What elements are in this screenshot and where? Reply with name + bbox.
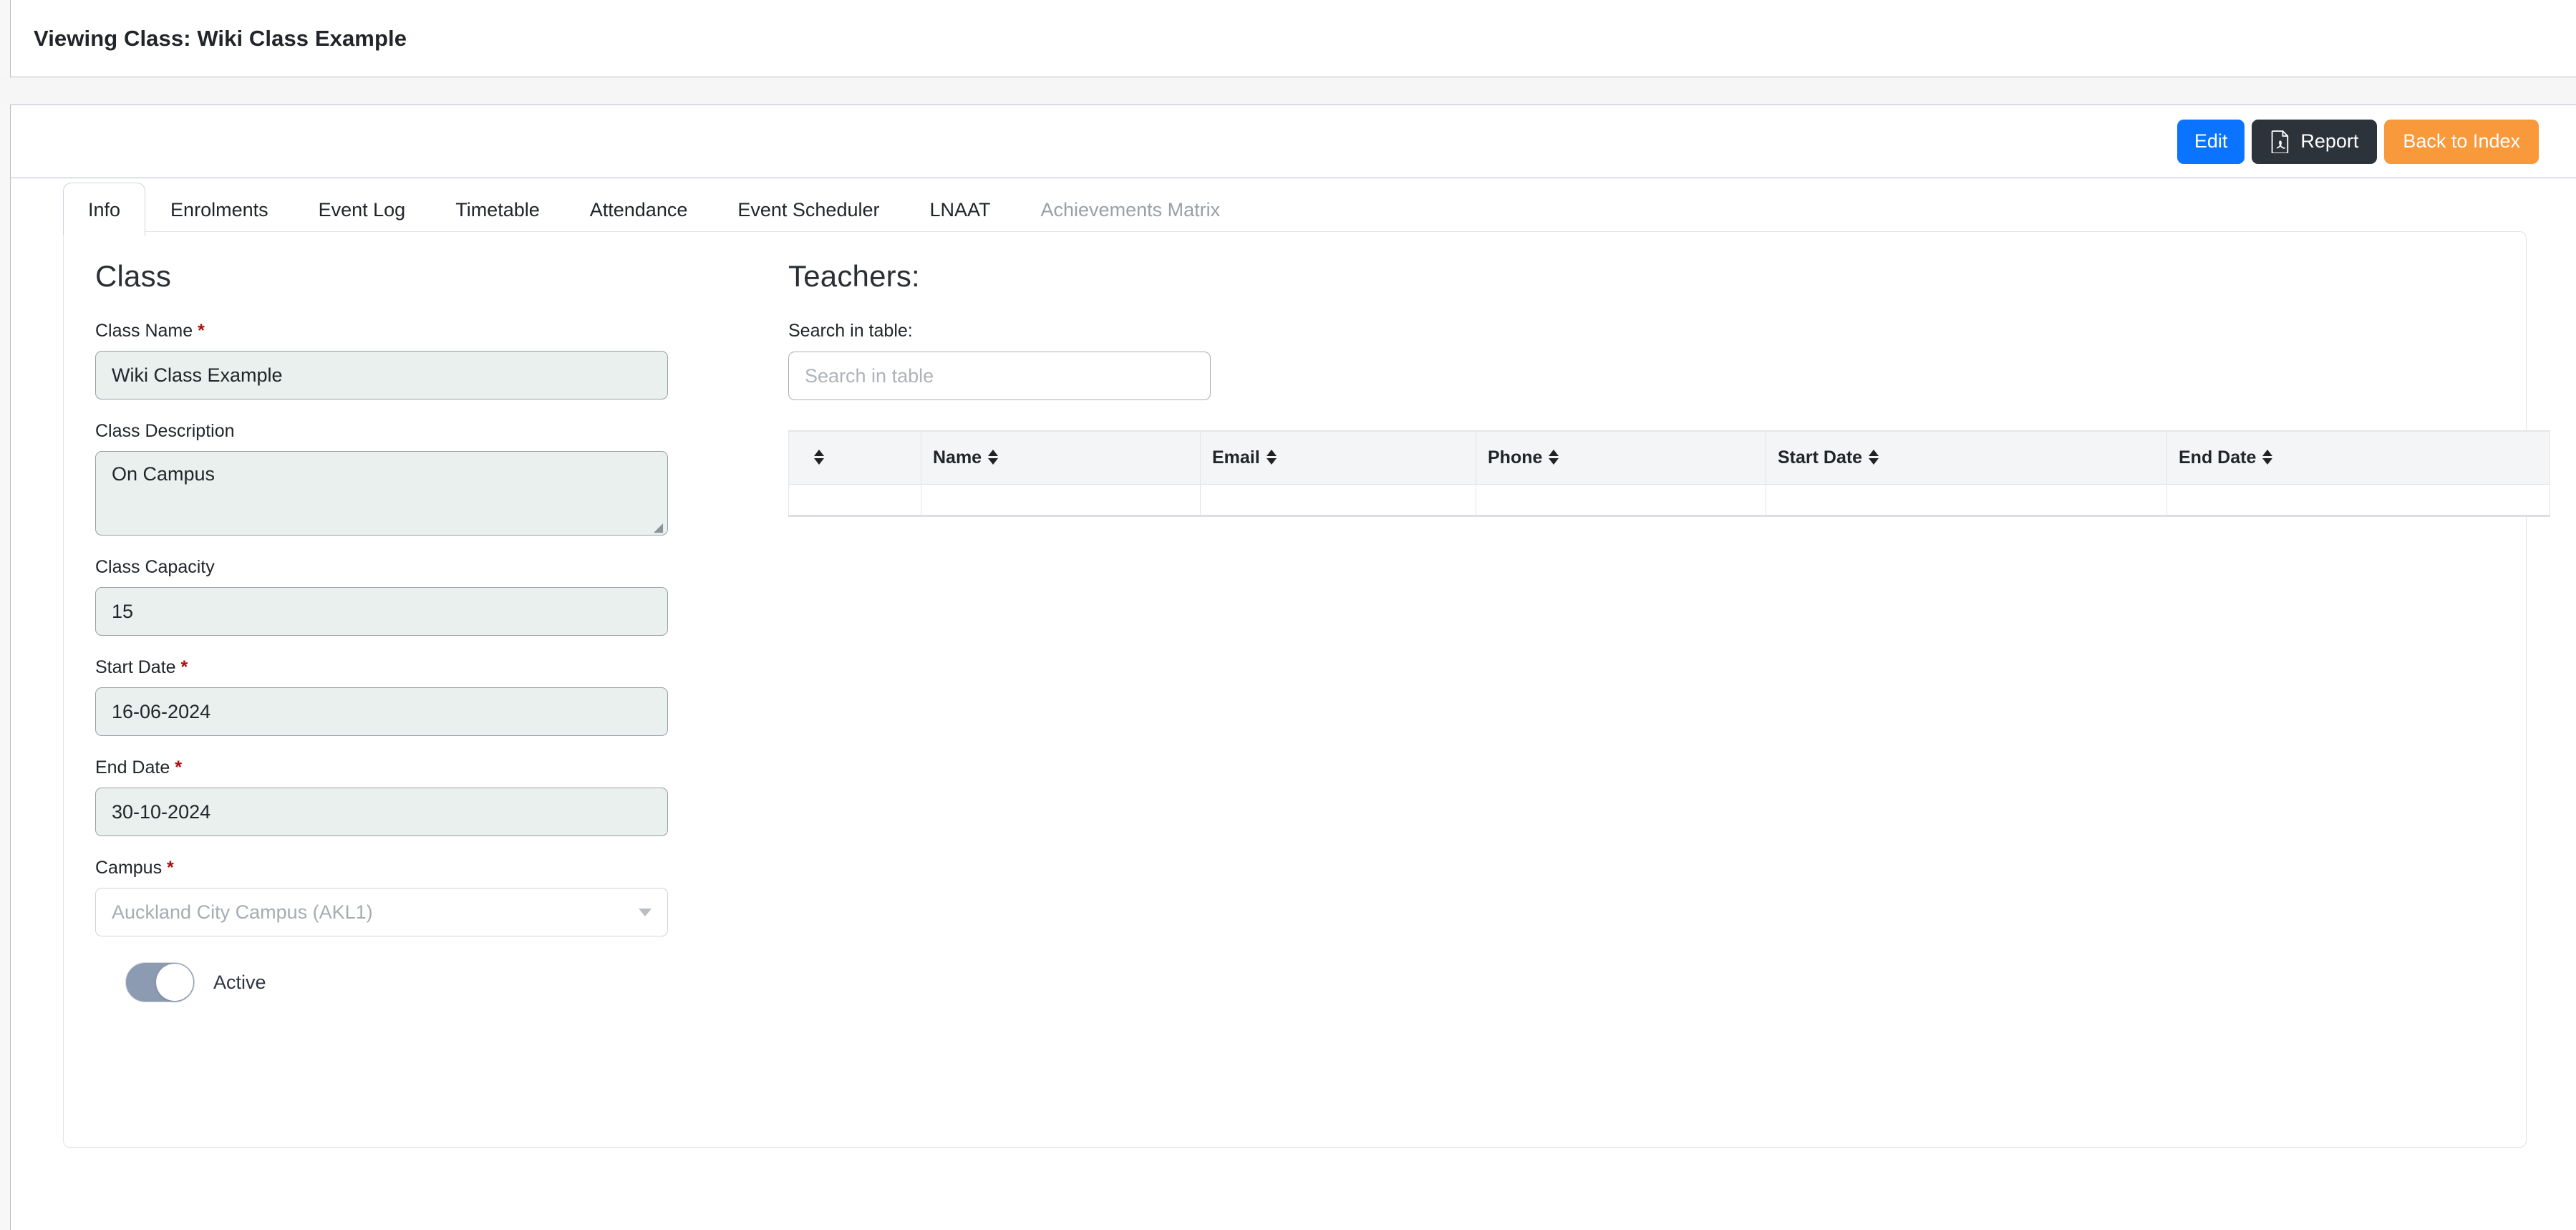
sort-icon[interactable] [1548,449,1559,465]
teachers-table: Name Email Phone Start Date End Date [788,430,2550,517]
campus-label: Campus * [95,858,174,878]
class-capacity-label: Class Capacity [95,557,215,577]
table-cell [788,484,921,517]
class-description-textarea[interactable]: On Campus ◢ [95,451,668,536]
class-name-label: Class Name * [95,321,205,341]
teachers-column: Teachers: Search in table: Search in tab… [754,259,2550,1002]
file-pdf-icon [2270,130,2290,154]
campus-select-value: Auckland City Campus (AKL1) [112,901,373,923]
field-start-date: Start Date * 16-06-2024 [95,657,754,736]
column-header-end-date[interactable]: End Date [2166,430,2550,485]
table-cell [1766,484,2167,517]
sort-icon[interactable] [987,449,999,465]
active-toggle-label: Active [213,971,266,993]
sort-icon[interactable] [1266,449,1277,465]
column-header-email[interactable]: Email [1200,430,1476,485]
report-button[interactable]: Report [2252,119,2378,164]
sort-icon[interactable] [1868,449,1879,465]
field-class-description: Class Description On Campus ◢ [95,421,754,536]
tab-attendance[interactable]: Attendance [565,183,713,236]
tab-timetable[interactable]: Timetable [430,183,565,236]
info-tab-panel: Class Class Name * Wiki Class Example Cl… [63,231,2550,1148]
toggle-knob [156,964,193,1001]
search-in-table-input[interactable]: Search in table [788,352,1211,400]
start-date-input[interactable]: 16-06-2024 [95,687,668,736]
teachers-table-header-row: Name Email Phone Start Date End Date [788,430,2550,485]
resize-handle-icon[interactable]: ◢ [654,521,665,533]
sort-icon[interactable] [813,449,825,465]
field-class-capacity: Class Capacity 15 [95,557,754,636]
start-date-label: Start Date * [95,657,188,677]
back-to-index-button[interactable]: Back to Index [2384,119,2539,164]
table-cell [2166,484,2550,517]
action-toolbar: Edit Report Back to Index [11,105,2576,178]
tab-bar: Info Enrolments Event Log Timetable Atte… [11,178,2576,236]
field-campus: Campus * Auckland City Campus (AKL1) [95,858,754,936]
tab-enrolments[interactable]: Enrolments [145,183,294,236]
sort-icon[interactable] [2262,449,2273,465]
tab-event-scheduler[interactable]: Event Scheduler [712,183,904,236]
end-date-label: End Date * [95,757,182,778]
chevron-down-icon [639,908,652,916]
end-date-input[interactable]: 30-10-2024 [95,788,668,836]
page-title: Viewing Class: Wiki Class Example [34,25,407,51]
column-header-name[interactable]: Name [921,430,1201,485]
table-cell [1200,484,1476,517]
teachers-section-heading: Teachers: [788,259,920,293]
class-description-label: Class Description [95,421,235,441]
tab-info[interactable]: Info [63,183,146,236]
tab-achievements-matrix: Achievements Matrix [1040,199,1221,221]
column-header-select[interactable] [788,430,921,485]
column-header-phone[interactable]: Phone [1476,430,1766,485]
main-content-card: Edit Report Back to Index Info Enrolment… [10,105,2576,1230]
column-header-start-date[interactable]: Start Date [1766,430,2167,485]
active-toggle[interactable] [125,962,195,1002]
teachers-table-body [788,484,2550,517]
required-marker: * [167,858,174,878]
header-divider-strip [0,77,2576,105]
report-button-label: Report [2300,130,2359,152]
class-name-input[interactable]: Wiki Class Example [95,351,668,399]
required-marker: * [180,657,188,677]
class-capacity-input[interactable]: 15 [95,587,668,636]
tab-lnaat[interactable]: LNAAT [904,183,1015,236]
class-description-value: On Campus [112,463,216,485]
required-marker: * [175,757,182,778]
field-end-date: End Date * 30-10-2024 [95,757,754,836]
page-header-bar: Viewing Class: Wiki Class Example [10,0,2576,77]
field-class-name: Class Name * Wiki Class Example [95,321,754,399]
table-cell [1476,484,1766,517]
table-cell [921,484,1201,517]
required-marker: * [198,321,205,341]
active-toggle-row: Active [95,962,754,1002]
campus-select[interactable]: Auckland City Campus (AKL1) [95,888,668,936]
search-in-table-label: Search in table: [788,321,913,341]
teachers-table-wrapper: Name Email Phone Start Date End Date [788,430,2550,517]
tab-event-log[interactable]: Event Log [294,183,431,236]
class-section-heading: Class [95,259,172,293]
class-form-column: Class Class Name * Wiki Class Example Cl… [95,259,754,1002]
table-row [788,484,2550,517]
edit-button[interactable]: Edit [2176,119,2245,164]
